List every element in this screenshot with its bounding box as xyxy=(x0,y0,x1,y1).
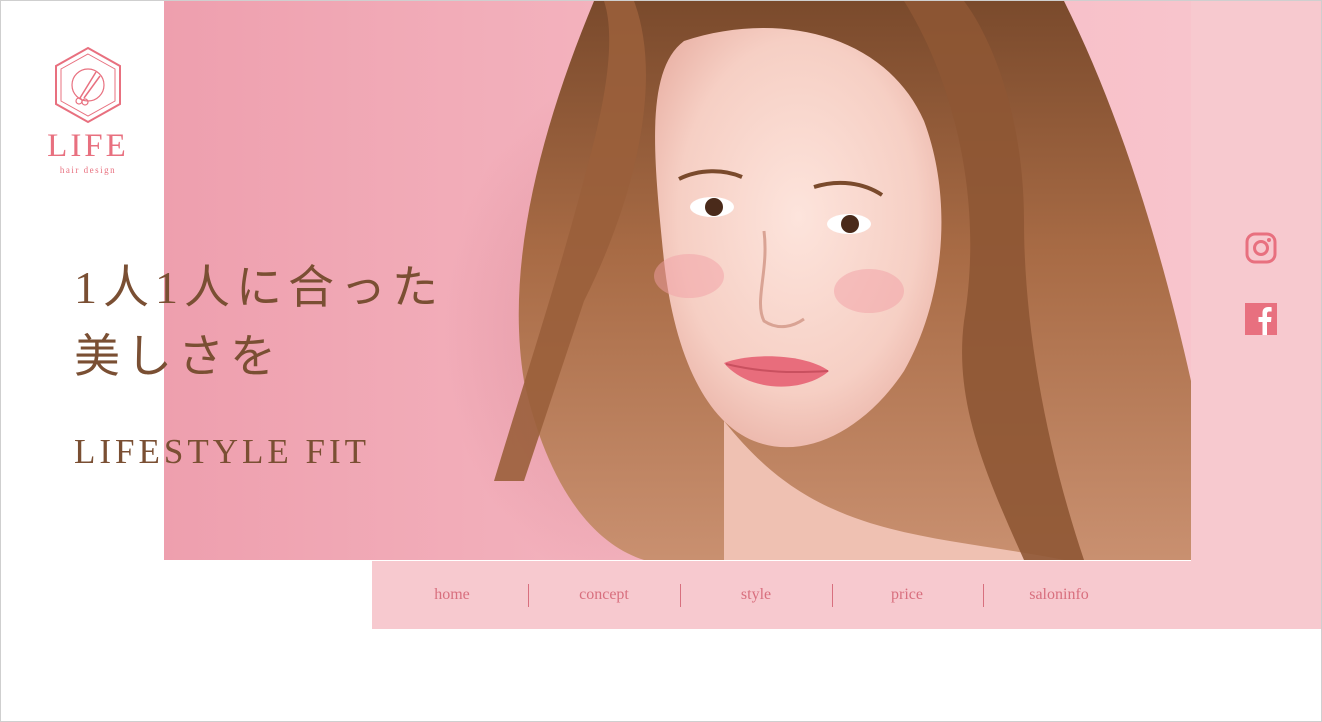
headline-line-2: 美しさを xyxy=(74,331,282,382)
nav-item-concept[interactable]: concept xyxy=(528,561,680,629)
headline-line-1: 1人1人に合った xyxy=(74,262,444,313)
nav-item-saloninfo[interactable]: saloninfo xyxy=(983,561,1135,629)
scissors-hexagon-icon xyxy=(55,46,121,124)
nav-item-style[interactable]: style xyxy=(680,561,832,629)
logo-name: LIFE xyxy=(47,128,129,164)
nav-item-price[interactable]: price xyxy=(831,561,983,629)
instagram-link[interactable] xyxy=(1245,232,1277,264)
hero-headline: 1人1人に合った 美しさを xyxy=(74,253,444,391)
logo[interactable]: LIFE hair design xyxy=(38,44,138,184)
nav-item-home[interactable]: home xyxy=(376,561,528,629)
instagram-icon xyxy=(1245,232,1277,264)
logo-subtitle: hair design xyxy=(59,165,117,175)
hero-tagline: LIFESTYLE FIT xyxy=(74,432,371,471)
main-nav: home concept style price saloninfo xyxy=(372,561,1321,629)
facebook-icon xyxy=(1245,303,1277,335)
facebook-link[interactable] xyxy=(1245,303,1277,335)
